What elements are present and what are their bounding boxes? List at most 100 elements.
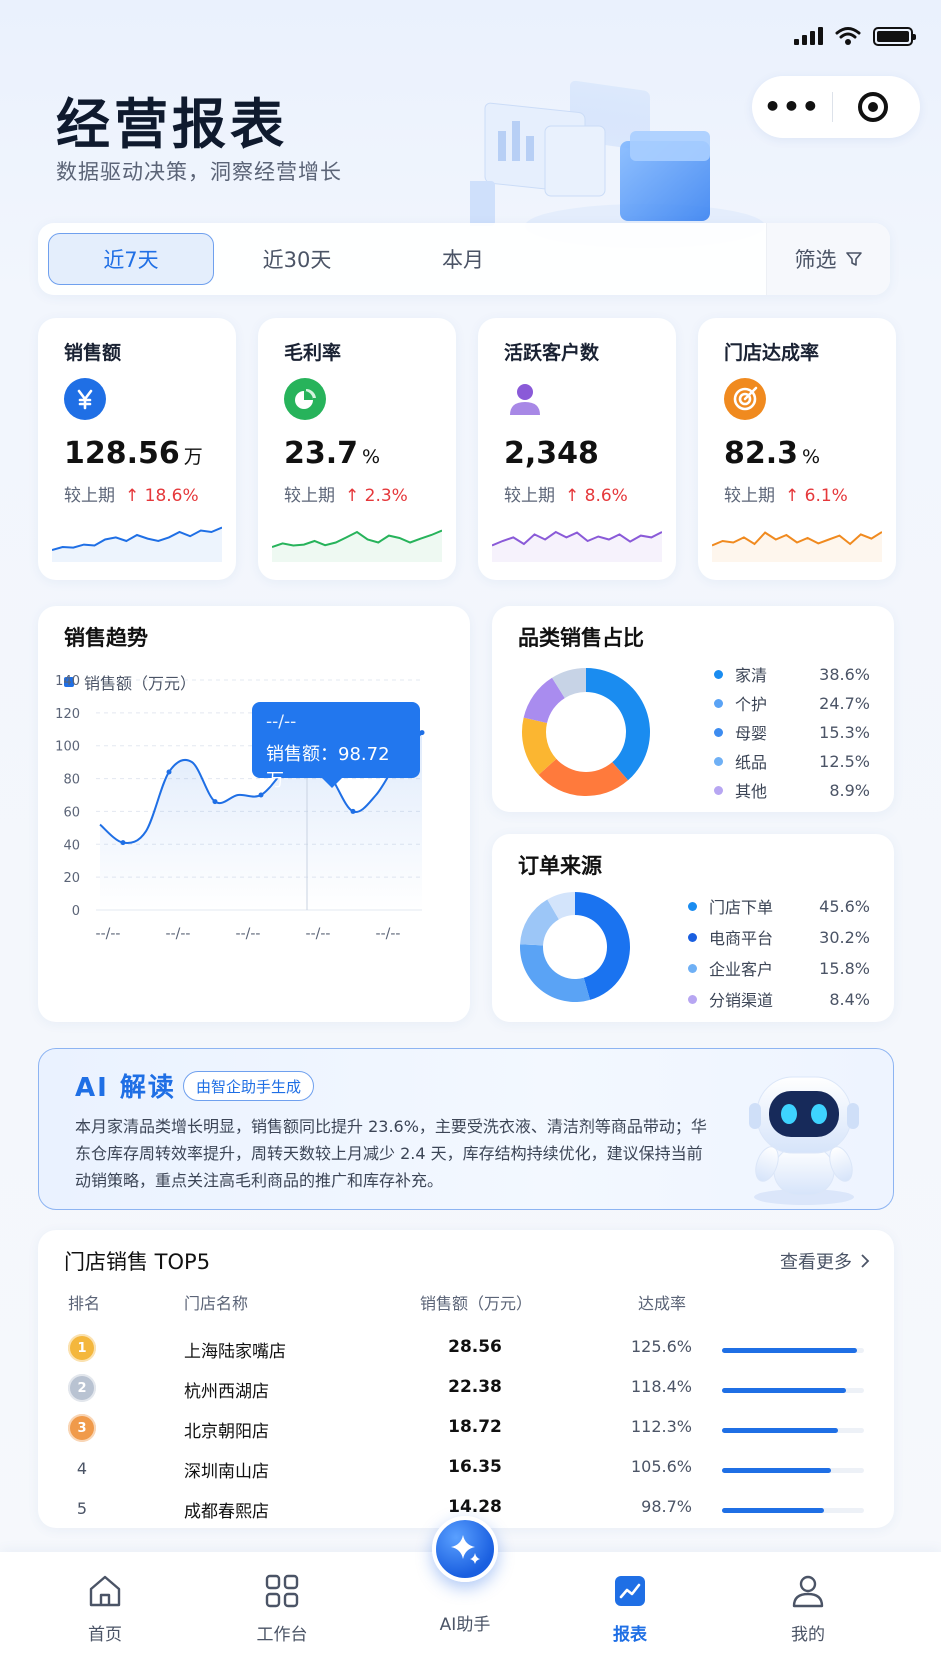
- store-rate: 125.6%: [630, 1337, 692, 1356]
- nav-ai-assistant[interactable]: AI助手: [405, 1610, 525, 1635]
- chart-icon: [615, 1576, 645, 1606]
- ai-insight-title: AI 解读: [75, 1073, 176, 1103]
- y-tick-label: 80: [63, 773, 80, 788]
- tab-7-days[interactable]: 近7天: [48, 233, 214, 285]
- data-point: [120, 840, 126, 846]
- kpi-card-store-achievement[interactable]: 门店达成率 82.3% 较上期 ↑ 6.1%: [698, 318, 896, 580]
- x-tick-label: --/--: [166, 926, 191, 942]
- miniprogram-capsule: •••: [752, 76, 920, 138]
- x-tick-label: --/--: [96, 926, 121, 942]
- store-name: 上海陆家嘴店: [184, 1342, 286, 1362]
- table-row[interactable]: 2 杭州西湖店 22.38 118.4%: [38, 1368, 894, 1408]
- sales-trend-card: 销售趋势 销售额（万元） 0 20 40 60 80 100 120 140 --/-- --/-…: [38, 606, 470, 1022]
- table-row[interactable]: 4 深圳南山店 16.35 105.6%: [38, 1448, 894, 1488]
- donut-slice: [520, 944, 591, 1002]
- col-header-sales: 销售额（万元）: [420, 1294, 533, 1313]
- legend-item: 纸品 12.5%: [714, 749, 870, 773]
- battery-icon: [873, 26, 916, 46]
- col-header-rank: 排名: [68, 1294, 101, 1313]
- data-point: [212, 799, 218, 805]
- kpi-label: 销售额: [64, 342, 122, 364]
- data-point: [166, 769, 172, 775]
- kpi-card-sales[interactable]: 销售额 128.56 万 较上期 ↑ 18.6%: [38, 318, 236, 580]
- kpi-label: 活跃客户数: [504, 342, 600, 364]
- store-name: 成都春熙店: [184, 1502, 269, 1522]
- sparkline-area: [272, 530, 442, 562]
- sparkle-icon: [451, 1535, 480, 1564]
- y-tick-label: 140: [55, 674, 80, 689]
- yen-icon: [64, 378, 106, 420]
- kpi-compare: 较上期 ↑ 6.1%: [724, 486, 848, 506]
- silver-medal-icon: 2: [68, 1374, 96, 1402]
- period-tabs: 近7天 近30天 本月 筛选: [38, 223, 890, 295]
- data-point: [258, 792, 264, 798]
- store-sales: 22.38: [448, 1377, 502, 1397]
- nav-home[interactable]: 首页: [45, 1572, 165, 1645]
- pie-icon: [284, 378, 326, 420]
- store-name: 深圳南山店: [184, 1462, 269, 1482]
- view-more-link[interactable]: 查看更多: [780, 1248, 870, 1274]
- ai-insight-card[interactable]: AI 解读 由智企助手生成 本月家清品类增长明显，销售额同比提升 23.6%，主…: [38, 1048, 894, 1210]
- nav-workbench[interactable]: 工作台: [222, 1572, 342, 1645]
- rate-progress-bar: [722, 1348, 864, 1353]
- filter-button[interactable]: 筛选: [766, 223, 890, 295]
- tab-this-month[interactable]: 本月: [380, 233, 546, 285]
- order-source-card: 订单来源 门店下单 45.6% 电商平台 30.2% 企业客户 15.8% 分销渠道 8…: [492, 834, 894, 1022]
- sparkline-area: [492, 532, 662, 562]
- kpi-value: 128.56 万: [64, 436, 203, 471]
- rank-number: 4: [76, 1458, 88, 1478]
- col-header-store: 门店名称: [184, 1294, 249, 1313]
- store-rate: 98.7%: [641, 1497, 692, 1516]
- tooltip-value: 销售额：98.72万: [266, 744, 390, 791]
- page-title: 经营报表: [56, 93, 288, 156]
- kpi-compare: 较上期 ↑ 2.3%: [284, 486, 408, 506]
- ai-insight-text: 本月家清品类增长明显，销售额同比提升 23.6%，主要受洗衣液、清洁剂等商品带动…: [75, 1117, 707, 1190]
- rank-number: 5: [76, 1498, 88, 1518]
- kpi-sparkline: [272, 529, 442, 562]
- sales-trend-chart: 020406080100120140--/-- --/-- --/-- --/-- --…: [55, 674, 425, 942]
- more-icon[interactable]: •••: [752, 93, 832, 121]
- x-tick-label: --/--: [236, 926, 261, 942]
- kpi-sparkline: [712, 531, 882, 562]
- nav-reports[interactable]: 报表: [570, 1572, 690, 1645]
- category-donut-chart: [522, 668, 650, 796]
- ai-assistant-button[interactable]: [432, 1516, 498, 1582]
- data-point: [419, 730, 425, 736]
- filter-label: 筛选: [794, 248, 837, 272]
- legend-item: 个护 24.7%: [714, 691, 870, 715]
- store-name: 北京朝阳店: [184, 1422, 269, 1442]
- tab-30-days[interactable]: 近30天: [214, 233, 380, 285]
- col-header-rate: 达成率: [638, 1294, 687, 1313]
- kpi-card-active-customers[interactable]: 活跃客户数 2,348 较上期 ↑ 8.6%: [478, 318, 676, 580]
- kpi-compare: 较上期 ↑ 8.6%: [504, 486, 628, 506]
- category-share-title: 品类销售占比: [518, 626, 644, 650]
- kpi-label: 门店达成率: [724, 342, 820, 364]
- y-tick-label: 40: [63, 838, 80, 853]
- kpi-value: 2,348: [504, 436, 599, 471]
- chart-tooltip: --/-- 销售额：98.72万: [252, 702, 420, 791]
- category-share-card: 品类销售占比 家清 38.6% 个护 24.7% 母婴 15.3% 纸品 12.5% 其…: [492, 606, 894, 812]
- kpi-compare: 较上期 ↑ 18.6%: [64, 486, 199, 506]
- store-top5-card: 门店销售 TOP5 查看更多 排名 门店名称 销售额（万元） 达成率 1 上海陆…: [38, 1230, 894, 1528]
- y-tick-label: 60: [63, 805, 80, 820]
- store-sales: 28.56: [448, 1337, 502, 1357]
- tooltip-date: --/--: [266, 712, 297, 732]
- signal-icon: [794, 27, 823, 45]
- table-row[interactable]: 1 上海陆家嘴店 28.56 125.6%: [38, 1328, 894, 1368]
- store-rate: 112.3%: [630, 1417, 692, 1436]
- user-icon: [504, 378, 546, 420]
- y-tick-label: 20: [63, 871, 80, 886]
- kpi-card-gross-margin[interactable]: 毛利率 23.7% 较上期 ↑ 2.3%: [258, 318, 456, 580]
- store-sales: 14.28: [448, 1497, 502, 1517]
- robot-icon: [749, 1076, 859, 1205]
- bottom-nav: 首页 工作台 AI助手 报表 我的: [0, 1516, 941, 1672]
- order-source-donut-chart: [520, 892, 630, 1002]
- table-row[interactable]: 3 北京朝阳店 18.72 112.3%: [38, 1408, 894, 1448]
- kpi-sparkline: [492, 530, 662, 562]
- nav-profile[interactable]: 我的: [748, 1572, 868, 1645]
- chevron-right-icon: [861, 1254, 870, 1268]
- kpi-value: 82.3%: [724, 436, 821, 471]
- close-target-icon[interactable]: [833, 92, 913, 122]
- wifi-icon: [835, 27, 861, 45]
- person-icon: [792, 1575, 824, 1608]
